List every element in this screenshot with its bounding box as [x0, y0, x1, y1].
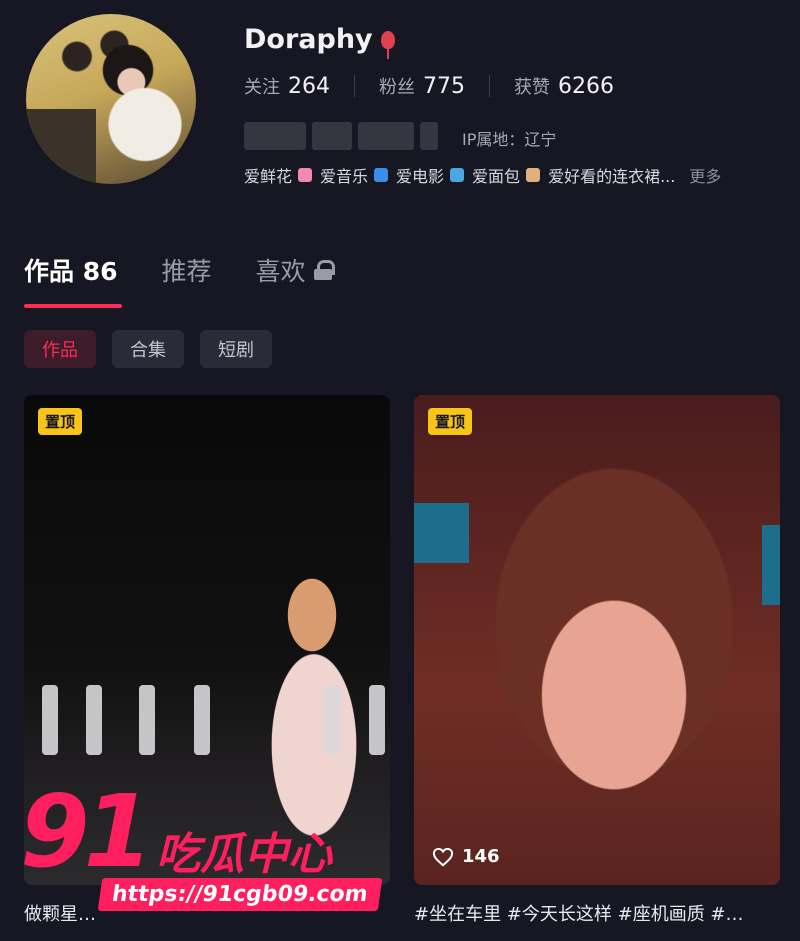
watermark-brand: 吃瓜中心 — [156, 829, 332, 880]
balloon-icon — [380, 30, 395, 59]
like-count-text: 146 — [462, 846, 500, 867]
interest-tag: 爱鲜花 — [244, 167, 293, 186]
interest-tag: 爱音乐 — [320, 167, 369, 186]
stat-followers[interactable]: 粉丝 775 — [379, 73, 465, 99]
chip-collections[interactable]: 合集 — [112, 330, 184, 368]
music-note-icon — [374, 168, 389, 182]
blurred-account-id — [244, 122, 440, 150]
divider — [354, 75, 355, 97]
filter-chips: 作品 合集 短剧 — [24, 330, 272, 368]
divider — [489, 75, 490, 97]
heart-icon — [432, 847, 454, 866]
interest-tags: 爱鲜花 爱音乐 爱电影 爱面包 爱好看的连衣裙... 更多 — [244, 163, 721, 187]
railing-graphic — [24, 685, 390, 755]
stat-label: 获赞 — [514, 77, 550, 98]
stat-value: 264 — [288, 74, 330, 99]
stat-likes: 获赞 6266 — [514, 73, 614, 99]
more-link[interactable]: 更多 — [689, 163, 721, 187]
username-text: Doraphy — [244, 24, 373, 55]
movie-icon — [450, 168, 465, 182]
lock-icon — [313, 260, 335, 280]
tab-liked[interactable]: 喜欢 — [255, 252, 335, 288]
watermark: 91 吃瓜中心 https://91cgb09.com — [20, 782, 390, 932]
pinned-badge: 置顶 — [38, 408, 83, 435]
ip-location: IP属地：辽宁 — [462, 130, 557, 149]
background-shape — [762, 525, 780, 605]
tab-label: 喜欢 — [255, 257, 306, 286]
stat-value: 6266 — [558, 74, 614, 99]
tab-recommended[interactable]: 推荐 — [162, 252, 212, 288]
active-tab-indicator — [24, 304, 122, 308]
watermark-number: 91 — [20, 773, 153, 890]
tab-works[interactable]: 作品 86 — [24, 252, 118, 288]
flower-icon — [298, 168, 313, 182]
stat-following[interactable]: 关注 264 — [244, 73, 330, 99]
bread-icon — [526, 168, 541, 182]
background-shape — [414, 503, 469, 563]
like-count: 146 — [432, 846, 500, 867]
username: Doraphy — [244, 24, 395, 59]
watermark-url: https://91cgb09.com — [97, 878, 382, 911]
stat-label: 关注 — [244, 77, 280, 98]
profile-tabs: 作品 86 推荐 喜欢 — [24, 252, 335, 288]
stat-label: 粉丝 — [379, 77, 415, 98]
video-caption[interactable]: #坐在车里 #今天长这样 #座机画质 #… — [414, 900, 780, 926]
interest-tag: 爱面包 — [472, 167, 521, 186]
stat-value: 775 — [423, 74, 465, 99]
interest-tag: 爱电影 — [396, 167, 445, 186]
chip-works[interactable]: 作品 — [24, 330, 96, 368]
avatar[interactable] — [26, 14, 196, 184]
video-card[interactable]: 置顶 146 — [414, 395, 780, 885]
pinned-badge: 置顶 — [428, 408, 473, 435]
profile-stats: 关注 264 粉丝 775 获赞 6266 — [244, 73, 614, 99]
interest-tag: 爱好看的连衣裙... — [548, 167, 676, 186]
chip-short-dramas[interactable]: 短剧 — [200, 330, 272, 368]
